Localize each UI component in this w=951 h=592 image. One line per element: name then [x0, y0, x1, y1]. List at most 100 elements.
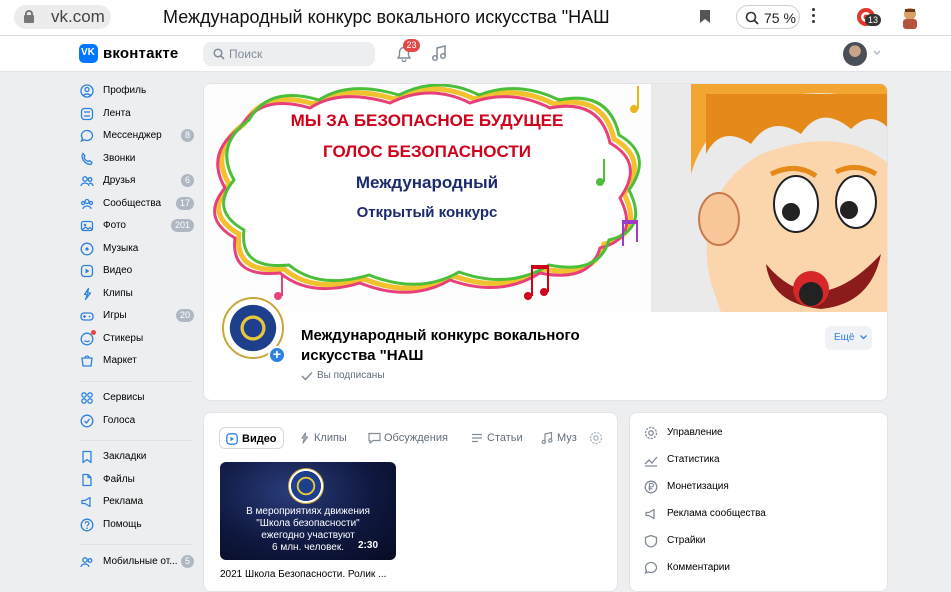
files-icon — [82, 473, 92, 487]
comments-icon — [644, 561, 658, 575]
nav-item-friends[interactable]: Друзья 6 — [78, 171, 196, 191]
video-title[interactable]: 2021 Школа Безопасности. Ролик ... — [220, 569, 386, 580]
nav-item-calls[interactable]: Звонки — [78, 149, 196, 169]
nav-item-feed[interactable]: Лента — [78, 104, 196, 124]
market-icon — [81, 355, 93, 367]
search-icon — [213, 48, 225, 60]
search-zoom-icon — [745, 11, 759, 25]
more-button[interactable]: Ещё — [825, 326, 872, 350]
manage-label: Статистика — [667, 454, 720, 465]
nav-label: Клипы — [103, 288, 133, 299]
tab-label: Муз — [557, 432, 577, 444]
nav-item-messenger[interactable]: Мессенджер 8 — [78, 126, 196, 146]
manage-item-monetization[interactable]: Монетизация — [644, 477, 874, 497]
vk-logo-icon[interactable]: VK — [79, 44, 98, 63]
clips-tab-icon — [301, 432, 309, 444]
video-caption-line: "Школа безопасности" — [256, 518, 360, 529]
photo-icon — [80, 220, 94, 232]
articles-tab-icon — [472, 433, 482, 443]
tab-articles[interactable]: Статьи — [465, 427, 525, 449]
nav-label: Видео — [103, 265, 133, 276]
chevron-down-icon[interactable] — [873, 50, 881, 56]
feed-icon — [80, 107, 94, 121]
nav-label: Стикеры — [103, 333, 144, 344]
search-input[interactable] — [229, 46, 369, 62]
extension-avatar-icon[interactable] — [899, 6, 921, 30]
services-icon — [81, 392, 93, 404]
tab-discussions[interactable]: Обсуждения — [362, 427, 452, 449]
nav-count-badge: 6 — [180, 174, 194, 187]
megaphone-icon — [645, 508, 655, 520]
nav-item-mobile[interactable]: Мобильные от... 5 — [78, 552, 196, 572]
video-thumbnail[interactable]: В мероприятиях движения "Школа безопасно… — [220, 462, 396, 560]
tab-label: Статьи — [487, 432, 523, 444]
tab-video[interactable]: Видео — [219, 427, 284, 449]
video-tab-icon — [226, 433, 238, 445]
zoom-button[interactable]: 75 % — [736, 5, 800, 29]
nav-count-badge: 8 — [180, 129, 194, 142]
url-text[interactable]: vk.com — [51, 8, 105, 26]
nav-item-ads[interactable]: Реклама — [78, 492, 196, 512]
mobile-icon — [80, 557, 93, 568]
nav-item-stickers[interactable]: Стикеры — [78, 329, 196, 349]
ruble-icon — [644, 480, 658, 494]
nav-item-profile[interactable]: Профиль — [78, 81, 196, 101]
notifications-badge: 23 — [403, 39, 420, 52]
nav-count-badge: 17 — [175, 197, 194, 210]
nav-item-photo[interactable]: Фото 201 — [78, 216, 196, 236]
more-button-label: Ещё — [834, 332, 855, 343]
nav-label: Файлы — [103, 474, 135, 485]
nav-item-video[interactable]: Видео — [78, 261, 196, 281]
manage-item-stats[interactable]: Статистика — [644, 450, 874, 470]
manage-item-comments[interactable]: Комментарии — [644, 558, 874, 578]
search-box[interactable] — [203, 42, 375, 66]
content-card: Видео Клипы Обсуждения Статьи Муз В меро… — [203, 412, 618, 592]
nav-divider — [80, 440, 192, 441]
nav-item-help[interactable]: Помощь — [78, 515, 196, 535]
nav-item-votes[interactable]: Голоса — [78, 411, 196, 431]
vk-wordmark[interactable]: вконтакте — [103, 45, 178, 62]
checkmark-icon — [301, 371, 313, 381]
manage-label: Монетизация — [667, 481, 729, 492]
discussions-tab-icon — [368, 432, 381, 444]
tab-music[interactable]: Муз — [535, 427, 581, 449]
browser-toolbar: vk.com Международный конкурс вокального … — [0, 0, 951, 36]
nav-item-communities[interactable]: Сообщества 17 — [78, 194, 196, 214]
page-title: Международный конкурс вокального искусст… — [163, 7, 610, 27]
browser-menu-icon[interactable] — [812, 8, 816, 26]
gear-icon[interactable] — [589, 431, 603, 445]
lock-icon[interactable] — [24, 10, 34, 23]
add-photo-icon[interactable]: + — [268, 346, 286, 364]
nav-item-bookmarks[interactable]: Закладки — [78, 447, 196, 467]
nav-item-clips[interactable]: Клипы — [78, 284, 196, 304]
nav-item-music[interactable]: Музыка — [78, 239, 196, 259]
tab-label: Видео — [242, 433, 277, 445]
cartoon-boy-illustration — [651, 84, 887, 312]
manage-item-management[interactable]: Управление — [644, 423, 874, 443]
user-avatar[interactable] — [843, 42, 867, 66]
friends-icon — [80, 176, 94, 187]
tab-label: Клипы — [314, 432, 347, 444]
nav-label: Игры — [103, 310, 127, 321]
nav-item-market[interactable]: Маркет — [78, 351, 196, 371]
bookmarks-icon — [82, 450, 92, 464]
video-icon — [80, 264, 94, 278]
clips-icon — [83, 287, 92, 301]
nav-item-files[interactable]: Файлы — [78, 470, 196, 490]
music-note-icon[interactable] — [431, 45, 447, 62]
manage-item-strikes[interactable]: Страйки — [644, 531, 874, 551]
nav-label: Друзья — [103, 175, 136, 186]
music-icon — [80, 242, 94, 256]
tab-clips[interactable]: Клипы — [292, 427, 352, 449]
nav-item-services[interactable]: Сервисы — [78, 388, 196, 408]
manage-label: Управление — [667, 427, 723, 438]
nav-item-games[interactable]: Игры 20 — [78, 306, 196, 326]
manage-item-community-ads[interactable]: Реклама сообщества — [644, 504, 874, 524]
bookmark-icon[interactable] — [699, 9, 711, 24]
cover-headline-3: Международный — [355, 173, 499, 192]
phone-icon — [81, 152, 93, 166]
vk-header: VK вконтакте 23 — [0, 36, 951, 72]
manage-label: Комментарии — [667, 562, 730, 573]
manage-label: Страйки — [667, 535, 706, 546]
nav-label: Реклама — [103, 496, 144, 507]
